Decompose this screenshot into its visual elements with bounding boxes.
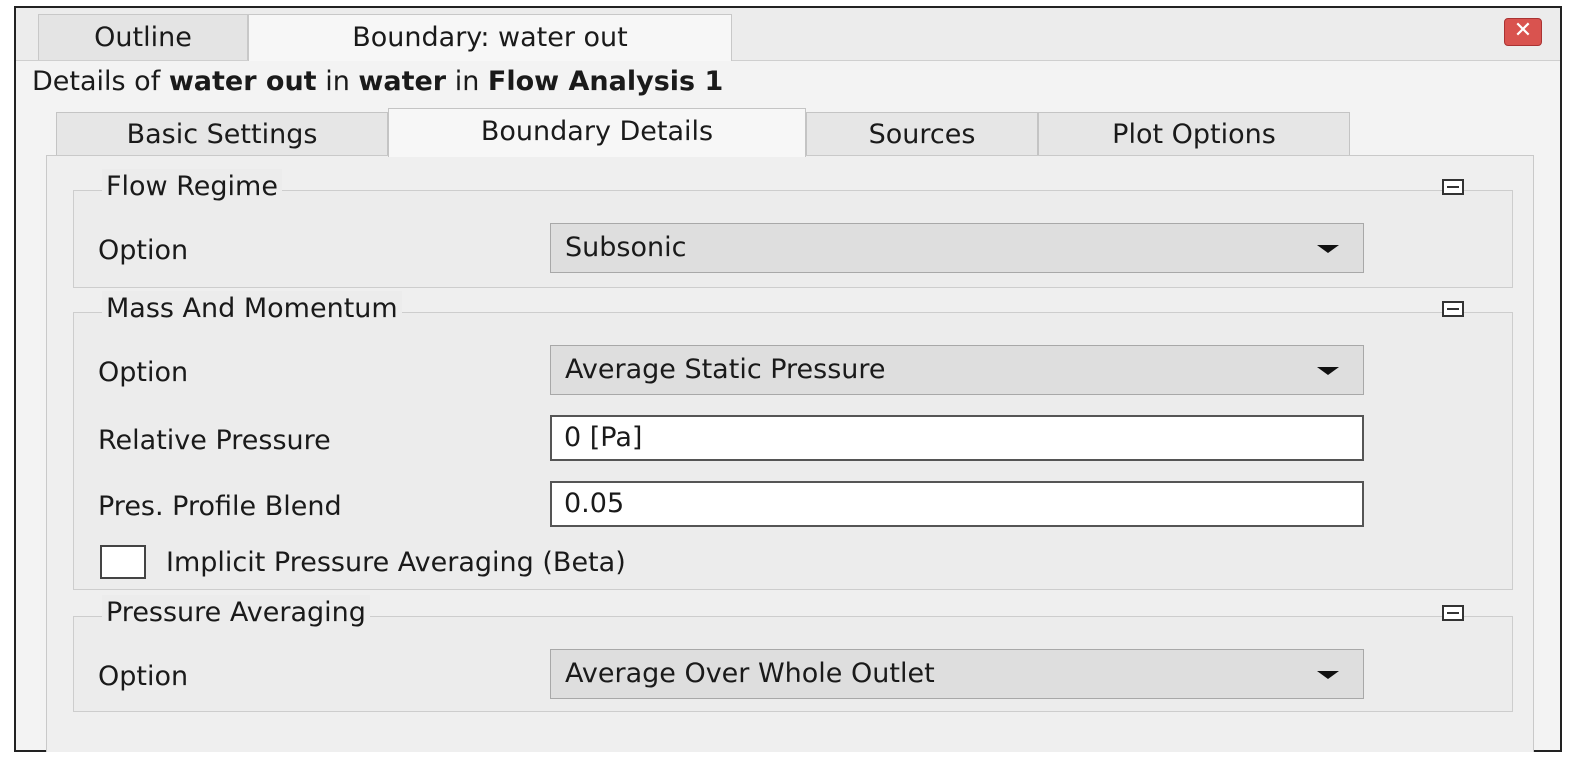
dropdown-arrow-icon (1317, 245, 1339, 253)
close-icon[interactable]: ✕ (1504, 18, 1542, 46)
pressure-averaging-option-value: Average Over Whole Outlet (565, 658, 935, 689)
pressure-averaging-option-label: Option (98, 661, 189, 692)
flow-regime-option-select[interactable]: Subsonic (550, 223, 1364, 273)
collapse-icon[interactable] (1442, 179, 1464, 195)
mass-momentum-group: Mass And Momentum Option Average Static … (73, 291, 1513, 590)
tab-boundary-details[interactable]: Boundary Details (388, 108, 806, 157)
details-in-1: in (325, 66, 350, 97)
tab-sources[interactable]: Sources (806, 112, 1038, 156)
dropdown-arrow-icon (1317, 367, 1339, 375)
implicit-pressure-averaging-label: Implicit Pressure Averaging (Beta) (166, 547, 626, 578)
relative-pressure-label: Relative Pressure (98, 425, 331, 456)
flow-regime-option-label: Option (98, 235, 189, 266)
pres-profile-blend-label: Pres. Profile Blend (98, 491, 342, 522)
details-prefix: Details of (32, 66, 161, 97)
details-header: Details of water out in water in Flow An… (32, 64, 723, 100)
collapse-icon[interactable] (1442, 605, 1464, 621)
tab-plot-options[interactable]: Plot Options (1038, 112, 1350, 156)
pressure-averaging-title: Pressure Averaging (102, 595, 370, 631)
collapse-icon[interactable] (1442, 301, 1464, 317)
details-in-2: in (454, 66, 480, 97)
details-object: water out (168, 66, 317, 97)
tab-basic-settings[interactable]: Basic Settings (56, 112, 388, 156)
boundary-details-content: Flow Regime Option Subsonic Mass And Mom… (46, 155, 1534, 752)
pressure-averaging-group: Pressure Averaging Option Average Over W… (73, 595, 1513, 712)
pres-profile-blend-input[interactable]: 0.05 (550, 481, 1364, 527)
tab-outline[interactable]: Outline (38, 14, 248, 60)
window-tab-bar: Outline Boundary: water out ✕ (16, 8, 1560, 61)
details-domain: water (358, 66, 447, 97)
mass-momentum-option-select[interactable]: Average Static Pressure (550, 345, 1364, 395)
mass-momentum-option-value: Average Static Pressure (565, 354, 886, 385)
tab-boundary-water-out[interactable]: Boundary: water out (248, 14, 732, 61)
mass-momentum-option-label: Option (98, 357, 189, 388)
flow-regime-option-value: Subsonic (565, 232, 687, 263)
details-panel: Outline Boundary: water out ✕ Details of… (14, 6, 1562, 752)
flow-regime-title: Flow Regime (102, 169, 282, 205)
details-tab-strip: Basic Settings Boundary Details Sources … (46, 108, 1546, 157)
pressure-averaging-option-select[interactable]: Average Over Whole Outlet (550, 649, 1364, 699)
details-analysis: Flow Analysis 1 (487, 66, 724, 97)
implicit-pressure-averaging-checkbox[interactable] (100, 545, 146, 579)
mass-momentum-title: Mass And Momentum (102, 291, 402, 327)
dropdown-arrow-icon (1317, 671, 1339, 679)
relative-pressure-input[interactable]: 0 [Pa] (550, 415, 1364, 461)
flow-regime-group: Flow Regime Option Subsonic (73, 169, 1513, 288)
